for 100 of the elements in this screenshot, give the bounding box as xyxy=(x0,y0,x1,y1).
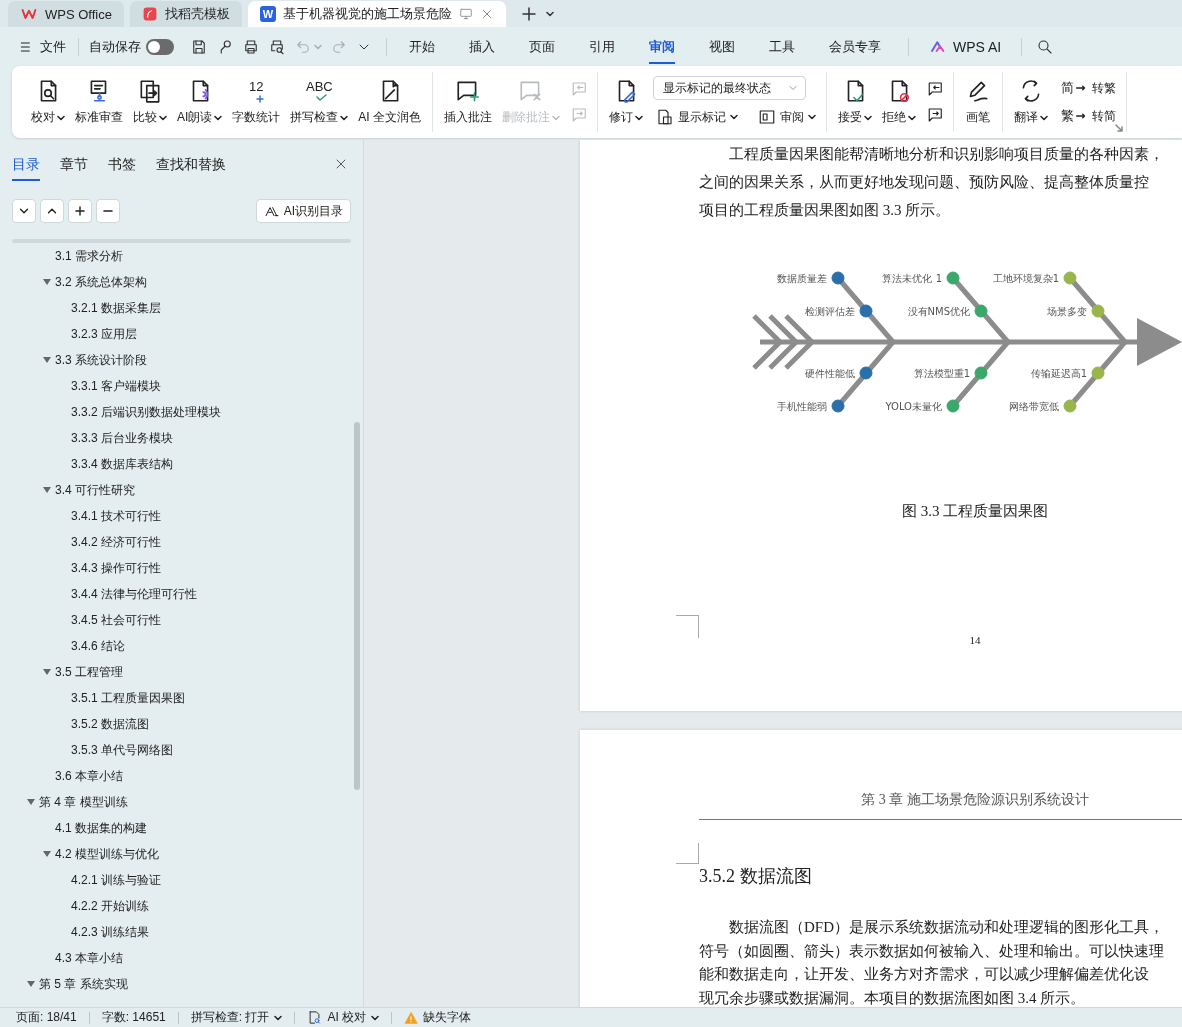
toc-item[interactable]: 3.4.6 结论 xyxy=(0,633,363,659)
expand-triangle-icon[interactable] xyxy=(43,487,51,493)
window-tab[interactable]: WPS Office xyxy=(8,1,124,27)
ai-proofread-button[interactable]: AI 校对 xyxy=(307,1009,380,1026)
expand-triangle-icon[interactable] xyxy=(43,279,51,285)
toc-item[interactable]: 3.4.1 技术可行性 xyxy=(0,503,363,529)
ribbon-tab[interactable]: 页面 xyxy=(529,29,555,64)
panel-tab[interactable]: 查找和替换 xyxy=(156,156,226,181)
monitor-icon xyxy=(458,7,473,21)
ai-logo-icon xyxy=(929,38,947,55)
panel-tab[interactable]: 章节 xyxy=(60,156,88,181)
ribbon-button[interactable]: 拒绝 xyxy=(878,74,920,130)
expand-triangle-icon[interactable] xyxy=(43,851,51,857)
ribbon-button[interactable]: 审阅 xyxy=(755,106,819,128)
new-tab-button[interactable] xyxy=(519,5,538,23)
section-heading: 3.5.2 数据流图 xyxy=(699,865,813,887)
toc-item[interactable]: 3.5.2 数据流图 xyxy=(0,711,363,737)
toc-item[interactable]: 3.5 工程管理 xyxy=(0,659,363,685)
toc-item[interactable]: 3.4 可行性研究 xyxy=(0,477,363,503)
ribbon-tab[interactable]: 引用 xyxy=(589,29,615,64)
file-menu[interactable]: 文件 xyxy=(16,34,68,59)
ribbon-button[interactable]: AI 全文润色 xyxy=(354,74,425,130)
cause-label: 硬件性能低 xyxy=(805,367,855,379)
toc-item[interactable]: 3.4.4 法律与伦理可行性 xyxy=(0,581,363,607)
toc-item[interactable]: 3.3.4 数据库表结构 xyxy=(0,451,363,477)
ribbon-button[interactable]: 翻译 xyxy=(1010,74,1052,130)
wps-ai-button[interactable]: WPS AI xyxy=(927,35,1004,58)
expand-triangle-icon[interactable] xyxy=(27,981,35,987)
toc-item[interactable]: 3.5.3 单代号网络图 xyxy=(0,737,363,763)
toc-item[interactable]: 3.3.2 后端识别数据处理模块 xyxy=(0,399,363,425)
page-count: 页面: 18/41 xyxy=(16,1009,77,1026)
remove-heading-button[interactable] xyxy=(96,199,120,223)
expand-triangle-icon[interactable] xyxy=(43,669,51,675)
scrollbar-thumb[interactable] xyxy=(354,422,360,790)
toc-item[interactable]: 3.2 系统总体架构 xyxy=(0,269,363,295)
toc-item[interactable]: 3.2.1 数据采集层 xyxy=(0,295,363,321)
expand-triangle-icon[interactable] xyxy=(27,799,35,805)
ribbon-tab[interactable]: 视图 xyxy=(709,29,735,64)
markup-view-select[interactable]: 显示标记的最终状态 xyxy=(653,76,806,100)
ribbon-button[interactable]: 插入批注 xyxy=(440,74,496,130)
toc-item[interactable]: 3.3.3 后台业务模块 xyxy=(0,425,363,451)
ribbon-button[interactable]: 繁 转简 xyxy=(1058,105,1119,127)
toc-item[interactable]: 3.3.1 客户端模块 xyxy=(0,373,363,399)
collapse-level-button[interactable] xyxy=(12,199,36,223)
ribbon-tab[interactable]: 插入 xyxy=(469,29,495,64)
spellcheck-status[interactable]: 拼写检查: 打开 xyxy=(190,1009,283,1026)
ribbon-button[interactable]: 比较 xyxy=(129,74,171,130)
caret-icon xyxy=(314,43,322,50)
cause-label: YOLO未量化 xyxy=(885,400,942,412)
ribbon-button[interactable]: 简 转繁 xyxy=(1058,77,1119,99)
expand-level-button[interactable] xyxy=(40,199,64,223)
toc-item[interactable]: 3.1 需求分析 xyxy=(0,243,363,269)
toc-item[interactable]: 4.2.2 开始训练 xyxy=(0,893,363,919)
toc-item[interactable]: 4.2.3 训练结果 xyxy=(0,919,363,945)
figure-caption: 图 3.3 工程质量因果图 xyxy=(900,502,1050,521)
word-count: 字数: 14651 xyxy=(101,1009,166,1026)
toc-item[interactable]: 4.3 本章小结 xyxy=(0,945,363,971)
cause-label: 算法未优化 1 xyxy=(882,272,942,284)
toc-item[interactable]: 3.6 本章小结 xyxy=(0,763,363,789)
toc-item[interactable]: 3.4.5 社会可行性 xyxy=(0,607,363,633)
print-preview-icon xyxy=(268,37,286,56)
ribbon-button[interactable]: ABC 拼写检查 xyxy=(286,74,353,130)
add-heading-button[interactable] xyxy=(68,199,92,223)
panel-tab[interactable]: 目录 xyxy=(12,156,40,181)
ribbon-tab[interactable]: 会员专享 xyxy=(829,29,881,64)
comment-previous-icon xyxy=(571,80,589,98)
toc-item[interactable]: 4.2.1 训练与验证 xyxy=(0,867,363,893)
ribbon-tab[interactable]: 开始 xyxy=(409,29,435,64)
expand-triangle-icon[interactable] xyxy=(43,357,51,363)
ribbon-button[interactable]: 标准审查 xyxy=(71,74,127,130)
missing-fonts-button[interactable]: 缺失字体 xyxy=(404,1009,472,1026)
toc-item[interactable]: 4.1 数据集的构建 xyxy=(0,815,363,841)
ai-toc-button[interactable]: AI识别目录 xyxy=(255,199,351,223)
toc-item[interactable]: 3.2.3 应用层 xyxy=(0,321,363,347)
page-header: 第 3 章 施工场景危险源识别系统设计 xyxy=(860,791,1090,808)
ribbon-button[interactable]: 12 字数统计 xyxy=(228,74,285,130)
warning-icon xyxy=(404,1010,419,1025)
panel-tab[interactable]: 书签 xyxy=(108,156,136,181)
cause-label: 检测评估差 xyxy=(805,305,855,317)
toc-item[interactable]: 第 4 章 模型训练 xyxy=(0,789,363,815)
ribbon-button[interactable]: 校对 xyxy=(27,74,69,130)
ribbon-tab[interactable]: 工具 xyxy=(769,29,795,64)
ribbon-button[interactable]: 画笔 xyxy=(961,74,995,130)
toc-item[interactable]: 3.5.1 工程质量因果图 xyxy=(0,685,363,711)
caret-icon xyxy=(1040,114,1048,121)
ribbon-tab[interactable]: 审阅 xyxy=(649,29,675,64)
ribbon-button[interactable]: 显示标记 xyxy=(653,106,741,128)
ribbon-button[interactable]: 接受 xyxy=(834,74,876,130)
toc-item[interactable]: 3.3 系统设计阶段 xyxy=(0,347,363,373)
window-tab[interactable]: W 基于机器视觉的施工场景危险 xyxy=(247,1,506,27)
ribbon-button[interactable]: AI朗读 xyxy=(173,74,227,130)
ribbon-button[interactable]: 修订 xyxy=(605,74,647,130)
window-tab[interactable]: 找稻壳模板 xyxy=(129,1,242,27)
toc-item[interactable]: 3.4.2 经济可行性 xyxy=(0,529,363,555)
autosave-toggle[interactable] xyxy=(146,38,174,55)
toc-item[interactable]: 3.4.3 操作可行性 xyxy=(0,555,363,581)
caret-icon xyxy=(340,114,349,121)
caret-icon xyxy=(730,114,738,120)
toc-item[interactable]: 第 5 章 系统实现 xyxy=(0,971,363,997)
toc-item[interactable]: 4.2 模型训练与优化 xyxy=(0,841,363,867)
